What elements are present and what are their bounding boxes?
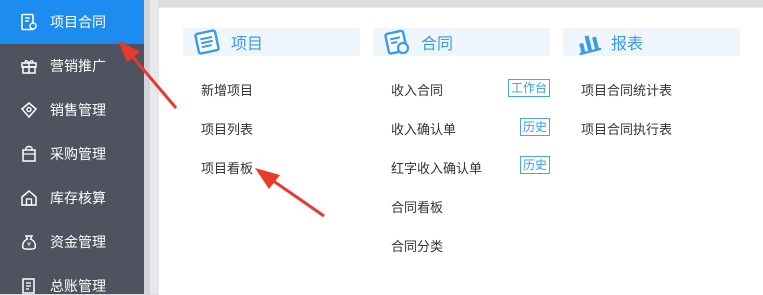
- link-income-confirmation[interactable]: 收入确认单: [391, 119, 456, 138]
- contract-stamp-icon: [384, 29, 410, 55]
- history-badge[interactable]: 历史: [520, 118, 551, 136]
- link-project-contract-execution[interactable]: 项目合同执行表: [581, 119, 672, 138]
- link-contract-category[interactable]: 合同分类: [391, 236, 443, 255]
- contract-icon: [20, 13, 38, 31]
- report-column-title: 报表: [611, 34, 644, 53]
- gift-icon: [20, 57, 38, 75]
- sidebar-item-sales[interactable]: 销售管理: [0, 88, 144, 132]
- sidebar-item-project-contract[interactable]: 项目合同: [0, 0, 144, 44]
- link-income-contract[interactable]: 收入合同: [391, 80, 443, 99]
- sidebar-item-label: 项目合同: [50, 15, 106, 31]
- warehouse-icon: [20, 189, 38, 207]
- scroll-strip[interactable]: [150, 0, 158, 294]
- sidebar-item-ledger[interactable]: 总账管理: [0, 264, 144, 294]
- link-contract-board[interactable]: 合同看板: [391, 197, 443, 216]
- link-project-contract-statistics[interactable]: 项目合同统计表: [581, 80, 672, 99]
- sidebar-item-label: 库存核算: [50, 191, 106, 207]
- ledger-icon: [20, 277, 38, 294]
- project-column-header: 项目: [183, 28, 360, 56]
- svg-text:¥: ¥: [27, 242, 31, 249]
- link-red-income-confirmation[interactable]: 红字收入确认单: [391, 158, 482, 177]
- money-bag-icon: ¥: [20, 233, 38, 251]
- sidebar-item-label: 资金管理: [50, 235, 106, 251]
- link-project-board[interactable]: 项目看板: [201, 158, 253, 177]
- sidebar: 项目合同 营销推广 销售管理 采购管理 库存核算 ¥ 资金管理 总账管理: [0, 0, 144, 294]
- contract-column-title: 合同: [421, 34, 454, 53]
- sidebar-item-label: 总账管理: [50, 279, 106, 294]
- project-column-title: 项目: [231, 34, 264, 53]
- bar-chart-icon: [579, 35, 602, 56]
- sidebar-item-inventory[interactable]: 库存核算: [0, 176, 144, 220]
- cart-icon: [20, 145, 38, 163]
- sidebar-item-label: 采购管理: [50, 147, 106, 163]
- sidebar-item-label: 营销推广: [50, 59, 106, 75]
- history-badge[interactable]: 历史: [520, 156, 551, 174]
- workbench-badge[interactable]: 工作台: [508, 79, 551, 97]
- sales-icon: [20, 101, 38, 119]
- report-column-header: 报表: [563, 28, 740, 56]
- link-new-project[interactable]: 新增项目: [201, 80, 253, 99]
- contract-column-header: 合同: [373, 28, 550, 56]
- sidebar-item-label: 销售管理: [50, 103, 106, 119]
- link-project-list[interactable]: 项目列表: [201, 119, 253, 138]
- document-list-icon: [194, 29, 220, 55]
- sidebar-item-purchase[interactable]: 采购管理: [0, 132, 144, 176]
- sidebar-item-marketing[interactable]: 营销推广: [0, 44, 144, 88]
- sidebar-item-funds[interactable]: ¥ 资金管理: [0, 220, 144, 264]
- menu-panel: 项目 新增项目 项目列表 项目看板 合同 收入合同 收入确认单 红字收入确认单 …: [158, 7, 763, 295]
